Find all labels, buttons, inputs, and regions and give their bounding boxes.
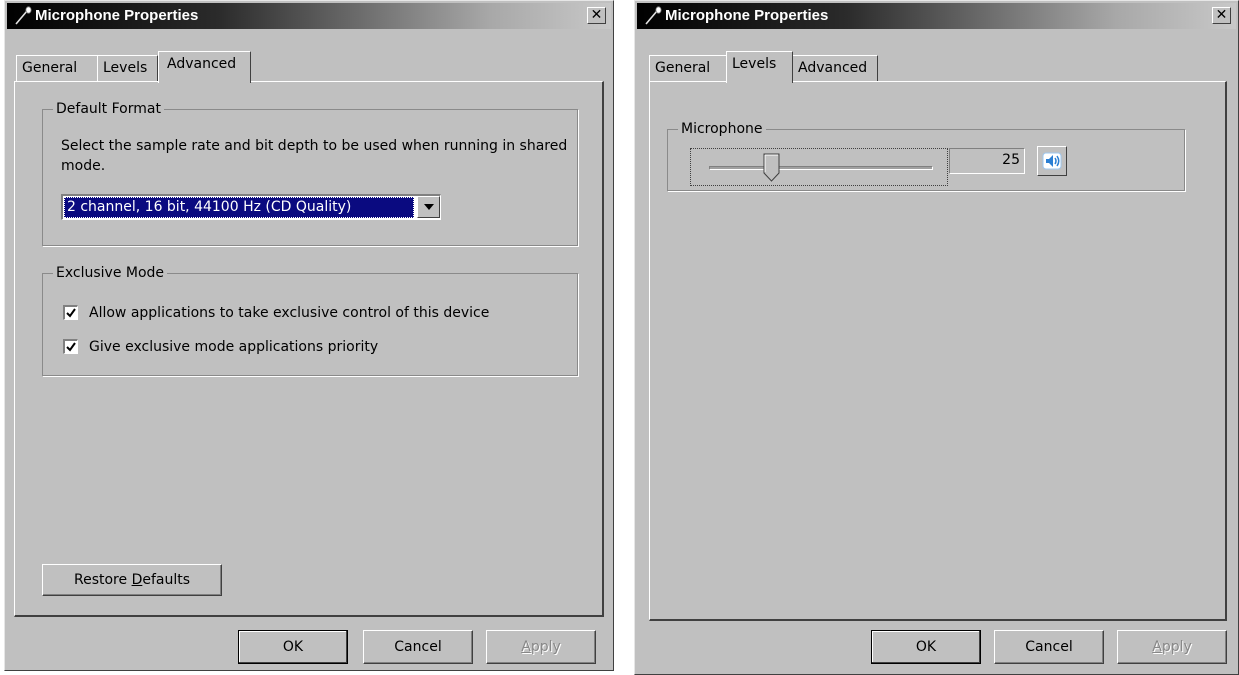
microphone-level-group: Microphone 25: [667, 120, 1185, 191]
close-button[interactable]: ✕: [1212, 7, 1231, 24]
microphone-icon: [645, 6, 662, 25]
window-title: Microphone Properties: [35, 7, 199, 24]
window-title: Microphone Properties: [665, 7, 829, 24]
tab-label: Levels: [103, 60, 148, 76]
cancel-button[interactable]: Cancel: [994, 630, 1104, 664]
slider-track: [709, 153, 933, 182]
button-mnemonic: D: [131, 572, 143, 588]
tab-label: Advanced: [798, 60, 868, 76]
tab-content-advanced: Default Format Select the sample rate an…: [14, 81, 604, 617]
allow-exclusive-checkbox[interactable]: [63, 305, 78, 320]
level-value[interactable]: 25: [949, 148, 1025, 174]
microphone-properties-advanced-dialog: Microphone Properties ✕ General Levels A…: [4, 0, 614, 671]
title-bar[interactable]: Microphone Properties ✕: [7, 3, 611, 29]
apply-button[interactable]: Apply: [486, 630, 596, 664]
button-label: pply: [1161, 639, 1192, 655]
button-mnemonic: A: [521, 639, 531, 655]
tab-advanced[interactable]: Advanced: [158, 51, 251, 83]
microphone-level-slider[interactable]: [690, 148, 948, 186]
tab-label: General: [22, 60, 78, 76]
exclusive-priority-checkbox[interactable]: [63, 339, 78, 354]
button-label: OK: [282, 639, 304, 655]
button-label: OK: [915, 639, 937, 655]
microphone-icon: [15, 6, 32, 25]
ok-button[interactable]: OK: [238, 630, 348, 664]
speaker-icon: [1042, 152, 1062, 170]
tab-content-levels: Microphone 25: [649, 81, 1227, 621]
tab-label: General: [655, 60, 711, 76]
exclusive-mode-group: Exclusive Mode Allow applications to tak…: [42, 264, 578, 376]
checkmark-icon: [66, 342, 76, 352]
tab-label: Advanced: [167, 56, 237, 72]
group-title: Exclusive Mode: [53, 264, 168, 282]
restore-defaults-button[interactable]: Restore Defaults: [42, 564, 222, 596]
format-description: Select the sample rate and bit depth to …: [61, 138, 568, 174]
button-label-suffix: efaults: [142, 572, 191, 588]
tab-levels[interactable]: Levels: [726, 51, 793, 83]
button-mnemonic: A: [1152, 639, 1162, 655]
ok-button[interactable]: OK: [871, 630, 981, 664]
sample-format-select[interactable]: 2 channel, 16 bit, 44100 Hz (CD Quality): [61, 194, 441, 220]
dropdown-arrow-icon[interactable]: [417, 196, 440, 218]
checkmark-icon: [66, 308, 76, 318]
apply-button[interactable]: Apply: [1117, 630, 1227, 664]
tab-levels[interactable]: Levels: [97, 55, 158, 81]
button-label: Cancel: [1025, 639, 1073, 655]
button-label: pply: [530, 639, 561, 655]
selected-format: 2 channel, 16 bit, 44100 Hz (CD Quality): [64, 197, 414, 218]
microphone-properties-levels-dialog: Microphone Properties ✕ General Levels A…: [634, 0, 1239, 675]
tab-advanced[interactable]: Advanced: [792, 55, 878, 81]
checkbox-label: Give exclusive mode applications priorit…: [89, 339, 379, 355]
cancel-button[interactable]: Cancel: [363, 630, 473, 664]
close-button[interactable]: ✕: [587, 7, 606, 24]
default-format-group: Default Format Select the sample rate an…: [42, 100, 578, 246]
mute-button[interactable]: [1037, 146, 1067, 176]
tab-general[interactable]: General: [16, 55, 98, 81]
checkbox-label: Allow applications to take exclusive con…: [89, 305, 490, 321]
group-title: Microphone: [678, 120, 766, 138]
close-icon: ✕: [1215, 7, 1228, 23]
close-icon: ✕: [590, 7, 603, 23]
slider-thumb[interactable]: [763, 153, 781, 183]
tab-label: Levels: [732, 56, 777, 72]
title-bar[interactable]: Microphone Properties ✕: [637, 3, 1236, 29]
button-label: Cancel: [394, 639, 442, 655]
button-label-prefix: Restore: [73, 572, 132, 588]
group-title: Default Format: [53, 100, 164, 118]
tab-general[interactable]: General: [649, 55, 727, 81]
